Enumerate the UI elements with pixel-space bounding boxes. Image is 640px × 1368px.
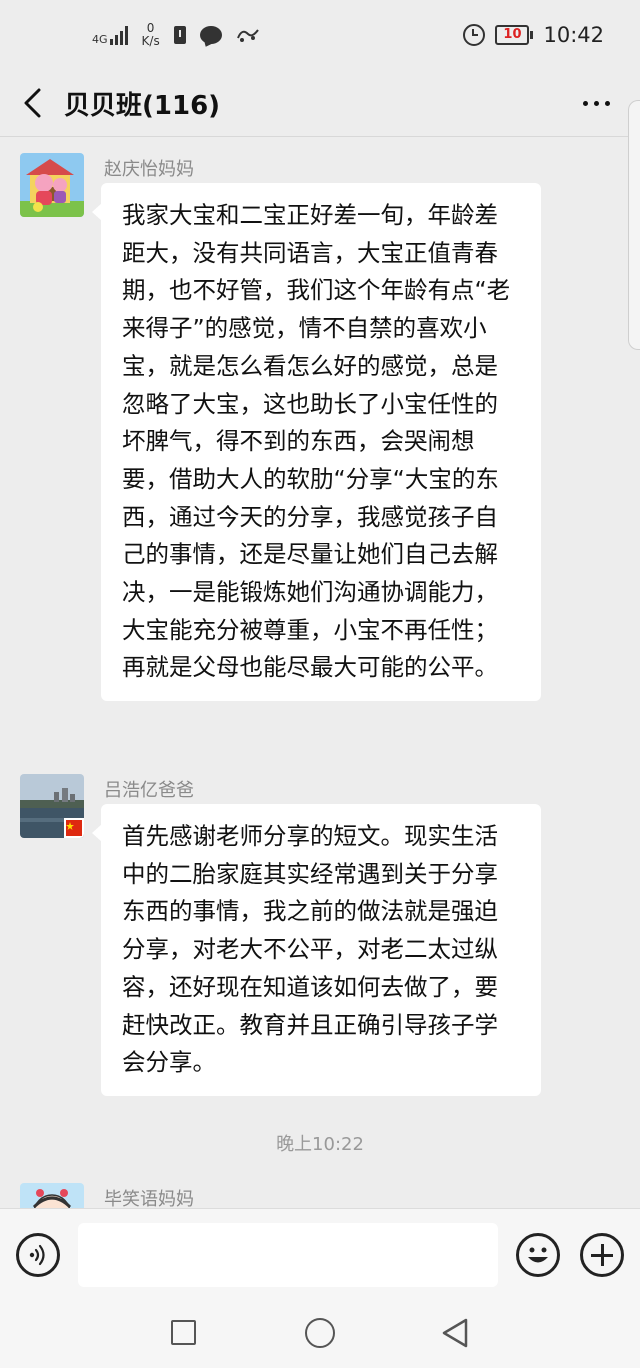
- signal-icon: [109, 25, 128, 45]
- side-scroll-handle[interactable]: [628, 100, 640, 350]
- lake-landscape-avatar-image: [20, 774, 84, 838]
- message-text-input[interactable]: [78, 1223, 498, 1287]
- chat-timestamp: 晚上10:22: [276, 1134, 364, 1155]
- app-notification-icon: [236, 29, 259, 42]
- status-left: 4G 0 K/s: [92, 22, 260, 48]
- message-bubble[interactable]: 我家大宝和二宝正好差一旬，年龄差距大，没有共同语言，大宝正值青春期，也不好管，我…: [92, 183, 541, 702]
- network-speed: 0 K/s: [142, 22, 160, 48]
- smiley-face-icon: [528, 1247, 548, 1263]
- home-circle-icon[interactable]: [305, 1318, 335, 1348]
- header-divider: [0, 136, 640, 137]
- message-notification-icon: [199, 26, 222, 44]
- network-type: 4G: [92, 33, 108, 46]
- status-bar: 4G 0 K/s 10 10:42: [0, 0, 640, 70]
- sender-name: 赵庆怡妈妈: [104, 159, 194, 180]
- cellular-signal: 4G: [92, 25, 128, 45]
- message-bubble[interactable]: 首先感谢老师分享的短文。现实生活中的二胎家庭其实经常遇到关于分享东西的事情，我之…: [92, 804, 541, 1096]
- status-right: 10 10:42: [463, 23, 604, 47]
- system-navigation-bar: [0, 1300, 640, 1368]
- battery-level: 10: [495, 25, 530, 45]
- voice-wave-icon: [29, 1244, 45, 1266]
- message-input-bar: [0, 1208, 640, 1300]
- system-back-triangle-icon[interactable]: [440, 1317, 470, 1349]
- more-functions-plus-button[interactable]: [580, 1233, 624, 1277]
- speed-unit: K/s: [141, 34, 160, 48]
- recent-apps-square-icon[interactable]: [171, 1320, 196, 1345]
- status-time: 10:42: [543, 23, 604, 47]
- peppa-pig-avatar-image: [20, 153, 84, 217]
- sender-name: 吕浩亿爸爸: [104, 780, 194, 801]
- emoji-button[interactable]: [516, 1233, 560, 1277]
- avatar[interactable]: [20, 153, 84, 217]
- alarm-icon: [463, 24, 486, 46]
- back-arrow-icon[interactable]: [20, 83, 44, 123]
- voice-input-button[interactable]: [16, 1233, 60, 1277]
- chat-header: 贝贝班(116): [0, 70, 640, 136]
- more-options-icon[interactable]: [583, 100, 620, 106]
- avatar[interactable]: [20, 774, 84, 838]
- chat-title: 贝贝班(116): [64, 90, 221, 121]
- battery-icon: 10: [495, 25, 534, 45]
- sim-alert-icon: [173, 26, 186, 44]
